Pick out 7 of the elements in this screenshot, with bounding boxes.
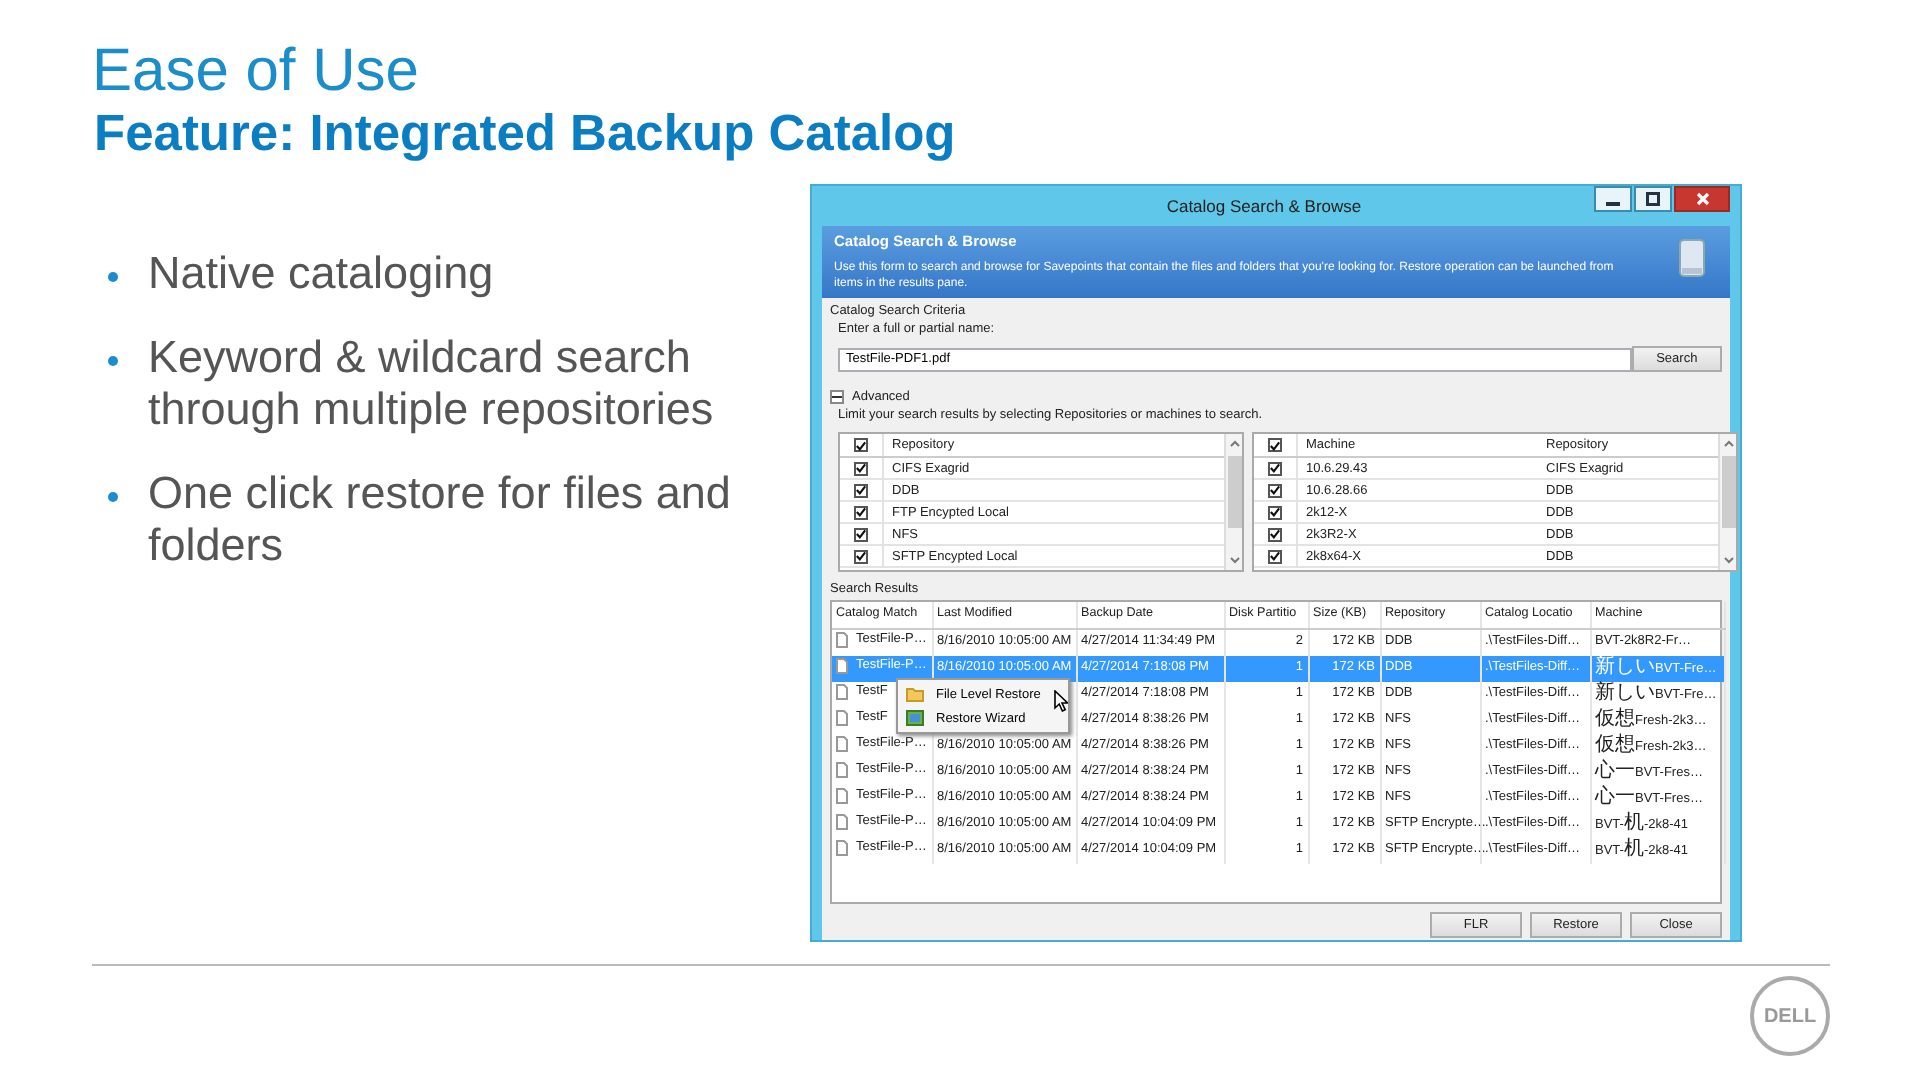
slide-subtitle: Feature: Integrated Backup Catalog bbox=[94, 108, 956, 160]
bullet-text: Keyword & wildcard search through multiple repositories bbox=[148, 332, 716, 436]
bullet-text: One click restore for files and folders bbox=[148, 468, 732, 572]
window-title: Catalog Search & Browse bbox=[1164, 193, 1364, 219]
logo: DELL bbox=[1750, 976, 1830, 1056]
slide-title: Ease of Use bbox=[92, 36, 419, 108]
bullet-text: Native cataloging bbox=[148, 248, 494, 300]
